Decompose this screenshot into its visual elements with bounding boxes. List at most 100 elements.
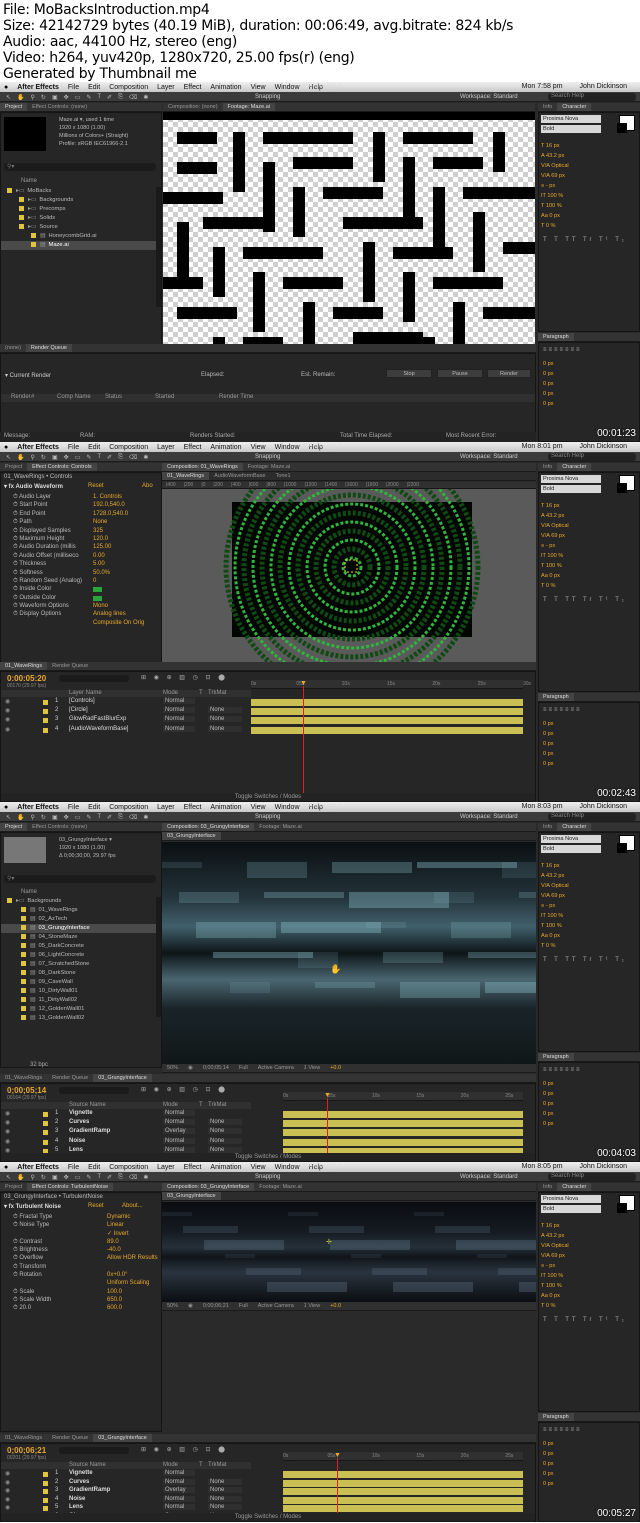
- brush-tool-icon[interactable]: ✐: [107, 814, 112, 821]
- menu-item-view[interactable]: View: [251, 1164, 266, 1171]
- layer-row[interactable]: ◉ 3 GradientRamp Overlay None: [1, 1487, 251, 1496]
- horizontal-scale-field[interactable]: T 100 %: [541, 1281, 639, 1291]
- layer-mode-select[interactable]: Normal: [163, 1478, 195, 1485]
- clone-tool-icon[interactable]: ⎘: [118, 814, 123, 821]
- pen-tool-icon[interactable]: ✎: [86, 454, 91, 461]
- pan-tool-icon[interactable]: ✥: [64, 814, 69, 821]
- timeline-tab-0[interactable]: 01_WaveRings: [0, 1435, 47, 1441]
- apple-icon[interactable]: ●: [4, 84, 8, 91]
- pen-tool-icon[interactable]: ✎: [86, 814, 91, 821]
- scrollbar[interactable]: [156, 187, 161, 307]
- project-item[interactable]: ▤ 04_StoneMaze: [1, 933, 156, 942]
- type-tool-icon[interactable]: T: [97, 94, 101, 101]
- rect-tool-icon[interactable]: ▭: [75, 94, 81, 101]
- project-item[interactable]: ▤ 01_WaveRings: [1, 906, 156, 915]
- project-item[interactable]: ▸▭ Backgrounds: [1, 196, 156, 205]
- camera-snapshot-icon[interactable]: ◉: [183, 1065, 198, 1071]
- effect-property-row[interactable]: ⏱ Inside Color: [1, 585, 161, 593]
- font-style-field[interactable]: Bold: [541, 485, 601, 493]
- font-style-field[interactable]: Bold: [541, 845, 601, 853]
- font-family-field[interactable]: Proxima Nova: [541, 475, 601, 483]
- property-value[interactable]: 1. Controls: [93, 493, 122, 501]
- menu-item-edit[interactable]: Edit: [88, 84, 100, 91]
- camera-select[interactable]: Active Camera: [253, 1065, 299, 1071]
- layer-duration-bar[interactable]: [283, 1488, 523, 1496]
- effect-property-row[interactable]: ⏱ Display Options Analog lines: [1, 610, 161, 618]
- track-matte-select[interactable]: None: [208, 707, 242, 714]
- effect-name[interactable]: ▾ fx Audio Waveform: [4, 484, 63, 490]
- visibility-eye-icon[interactable]: ◉: [5, 707, 10, 714]
- layer-name[interactable]: Vignette: [69, 1110, 93, 1116]
- layer-mode-select[interactable]: Normal: [163, 1137, 195, 1144]
- effect-property-row[interactable]: Uniform Scaling: [1, 1279, 161, 1287]
- camera-tool-icon[interactable]: ▣: [52, 1174, 58, 1181]
- property-value[interactable]: 0.00: [93, 552, 105, 560]
- tracking-field[interactable]: V/A 69 px: [541, 531, 639, 541]
- brush-tool-icon[interactable]: ✐: [107, 94, 112, 101]
- workspace-select[interactable]: Workspace: Standard: [460, 814, 518, 820]
- layer-mode-select[interactable]: Normal: [163, 1110, 195, 1116]
- layer-duration-bar[interactable]: [251, 717, 523, 725]
- menu-item-animation[interactable]: Animation: [210, 84, 241, 91]
- property-value[interactable]: 1728.0,540.0: [93, 510, 128, 518]
- menu-item-view[interactable]: View: [251, 804, 266, 811]
- subtab-1[interactable]: AudioWaveformBase: [209, 473, 270, 479]
- eraser-tool-icon[interactable]: ⌫: [129, 454, 137, 461]
- layer-duration-bar[interactable]: [251, 726, 523, 734]
- timeline-switches-icons[interactable]: ⊞ ◉ ⊕ ▥ ◷ ⊡ ⬤: [141, 674, 228, 681]
- track-matte-select[interactable]: None: [208, 1504, 242, 1511]
- scrollbar[interactable]: [156, 897, 161, 1017]
- magnification-select[interactable]: 50%: [162, 1303, 183, 1309]
- hand-tool-icon[interactable]: ✋: [17, 814, 24, 821]
- selection-tool-icon[interactable]: ↖: [6, 1174, 11, 1181]
- type-tool-icon[interactable]: T: [97, 814, 101, 821]
- timeline-search-input[interactable]: [59, 1447, 129, 1454]
- tab-character[interactable]: Character: [557, 823, 592, 831]
- layer-name[interactable]: Curves: [69, 1119, 89, 1125]
- tab-effect-controls[interactable]: Effect Controls: (none): [27, 824, 92, 830]
- baseline-dash-field[interactable]: ≡ - px: [541, 541, 639, 551]
- project-item[interactable]: ▤ 11_DirtyWall02: [1, 996, 156, 1005]
- timecode-display[interactable]: 0;00;06;21: [7, 1446, 46, 1455]
- timeline-tab-1[interactable]: Render Queue: [47, 1435, 93, 1441]
- tab-composition[interactable]: Composition: (none): [163, 104, 223, 110]
- effect-property-row[interactable]: ⏱ End Point 1728.0,540.0: [1, 510, 161, 518]
- track-matte-select[interactable]: None: [208, 1128, 242, 1135]
- layer-mode-select[interactable]: Normal: [163, 1470, 195, 1476]
- tracking-field[interactable]: V/A 69 px: [541, 171, 639, 181]
- current-time-field[interactable]: 0;00;06;21: [198, 1303, 234, 1309]
- zoom-tool-icon[interactable]: ⚲: [31, 94, 35, 101]
- vertical-scale-field[interactable]: IT 100 %: [541, 191, 639, 201]
- pen-tool-icon[interactable]: ✎: [86, 94, 91, 101]
- workspace-select[interactable]: Workspace: Standard: [460, 94, 518, 100]
- subtab-0[interactable]: 03_GrungyInterface: [162, 1192, 221, 1200]
- project-item[interactable]: ▤ 10_DirtyWall01: [1, 987, 156, 996]
- puppet-tool-icon[interactable]: ✱: [143, 94, 148, 101]
- paragraph-indent-field[interactable]: 0 px: [543, 1079, 639, 1089]
- layer-mode-select[interactable]: Normal: [163, 1504, 195, 1511]
- tab-composition[interactable]: Composition: 03_GrungyInterface: [162, 1183, 255, 1191]
- track-matte-select[interactable]: None: [208, 1478, 242, 1485]
- project-item[interactable]: ▸▭ Backgrounds: [1, 897, 156, 906]
- visibility-eye-icon[interactable]: ◉: [5, 1487, 10, 1494]
- project-search-input[interactable]: ⚲▾: [4, 875, 156, 883]
- tab-project[interactable]: Project: [0, 1184, 27, 1190]
- menu-item-edit[interactable]: Edit: [88, 804, 100, 811]
- alignment-buttons[interactable]: ≡≡≡≡≡≡≡: [543, 1427, 582, 1433]
- toggle-switches-modes-button[interactable]: Toggle Switches / Modes: [1, 1153, 535, 1161]
- camera-snapshot-icon[interactable]: ◉: [183, 1303, 198, 1309]
- view-layout-select[interactable]: 1 View: [299, 1065, 325, 1071]
- font-size-field[interactable]: T 16 px: [541, 141, 639, 151]
- tab-footage[interactable]: Footage: Maze.ai: [254, 824, 307, 830]
- layer-row[interactable]: ◉ 3 GlowRadFastBlurExp Normal None: [1, 716, 251, 725]
- zoom-tool-icon[interactable]: ⚲: [31, 814, 35, 821]
- layer-duration-bar[interactable]: [283, 1496, 523, 1504]
- selection-tool-icon[interactable]: ↖: [6, 454, 11, 461]
- effect-property-row[interactable]: ⏱ Scale 100.0: [1, 1288, 161, 1296]
- property-value[interactable]: Composite On Orig: [93, 619, 144, 627]
- paragraph-indent-field[interactable]: 0 px: [543, 399, 639, 409]
- snapping-checkbox[interactable]: Snapping: [255, 814, 280, 820]
- leading-field[interactable]: A 43.2 px: [541, 871, 639, 881]
- effect-property-row[interactable]: ⏱ Start Point 192.0,540.0: [1, 501, 161, 509]
- menu-item-effect[interactable]: Effect: [184, 804, 202, 811]
